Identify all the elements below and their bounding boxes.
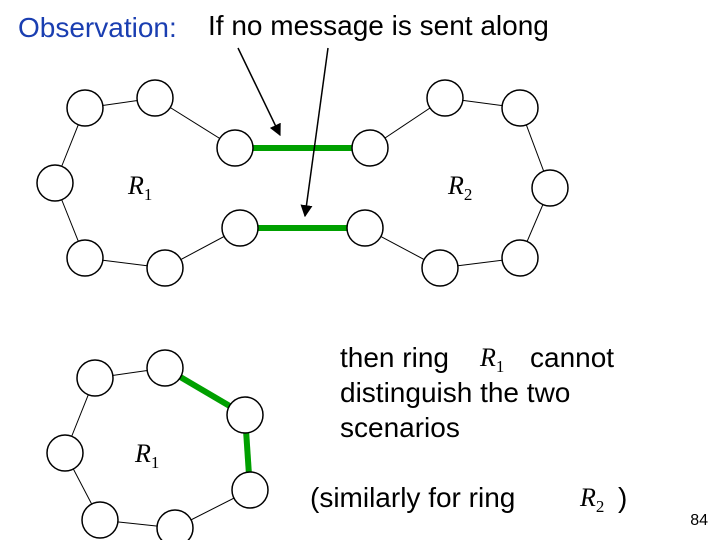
arrow-to-top-edge bbox=[238, 48, 280, 135]
body-line-3: scenarios bbox=[340, 410, 460, 445]
r1-big-label: R1 bbox=[128, 170, 152, 205]
r2-big-label: R2 bbox=[448, 170, 472, 205]
slide-stage: Observation: If no message is sent along bbox=[0, 0, 720, 540]
page-number: 84 bbox=[690, 512, 708, 530]
paren-a: (similarly for ring bbox=[310, 480, 515, 515]
paren-b: ) bbox=[618, 480, 627, 515]
arrow-to-bottom-edge bbox=[305, 48, 328, 216]
body-line-1b: cannot bbox=[530, 340, 614, 375]
r1-small-label: R1 bbox=[135, 438, 159, 473]
body-line-1-ring: R1 bbox=[480, 342, 504, 377]
body-line-2: distinguish the two bbox=[340, 375, 570, 410]
paren-ring: R2 bbox=[580, 482, 604, 517]
big-rings-group bbox=[37, 80, 568, 286]
diagram-svg bbox=[0, 0, 720, 540]
body-line-1a: then ring bbox=[340, 340, 449, 375]
